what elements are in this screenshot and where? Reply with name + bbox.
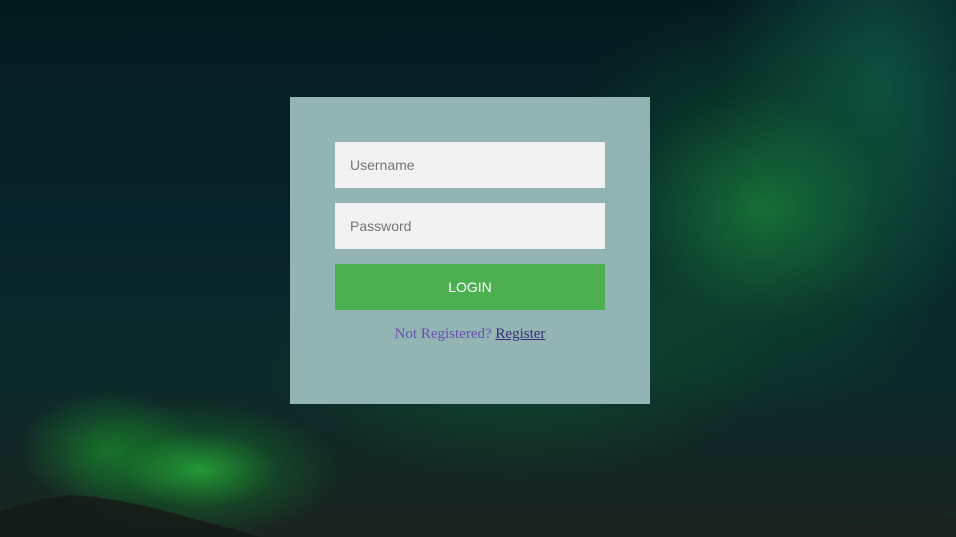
- register-message: Not Registered? Register: [290, 325, 650, 343]
- mountain-silhouette: [0, 495, 956, 537]
- not-registered-text: Not Registered?: [394, 326, 492, 342]
- username-input[interactable]: [335, 142, 605, 188]
- password-input[interactable]: [335, 203, 605, 249]
- register-link[interactable]: Register: [495, 326, 545, 342]
- login-panel: LOGIN Not Registered? Register: [290, 97, 650, 404]
- login-button[interactable]: LOGIN: [335, 264, 605, 310]
